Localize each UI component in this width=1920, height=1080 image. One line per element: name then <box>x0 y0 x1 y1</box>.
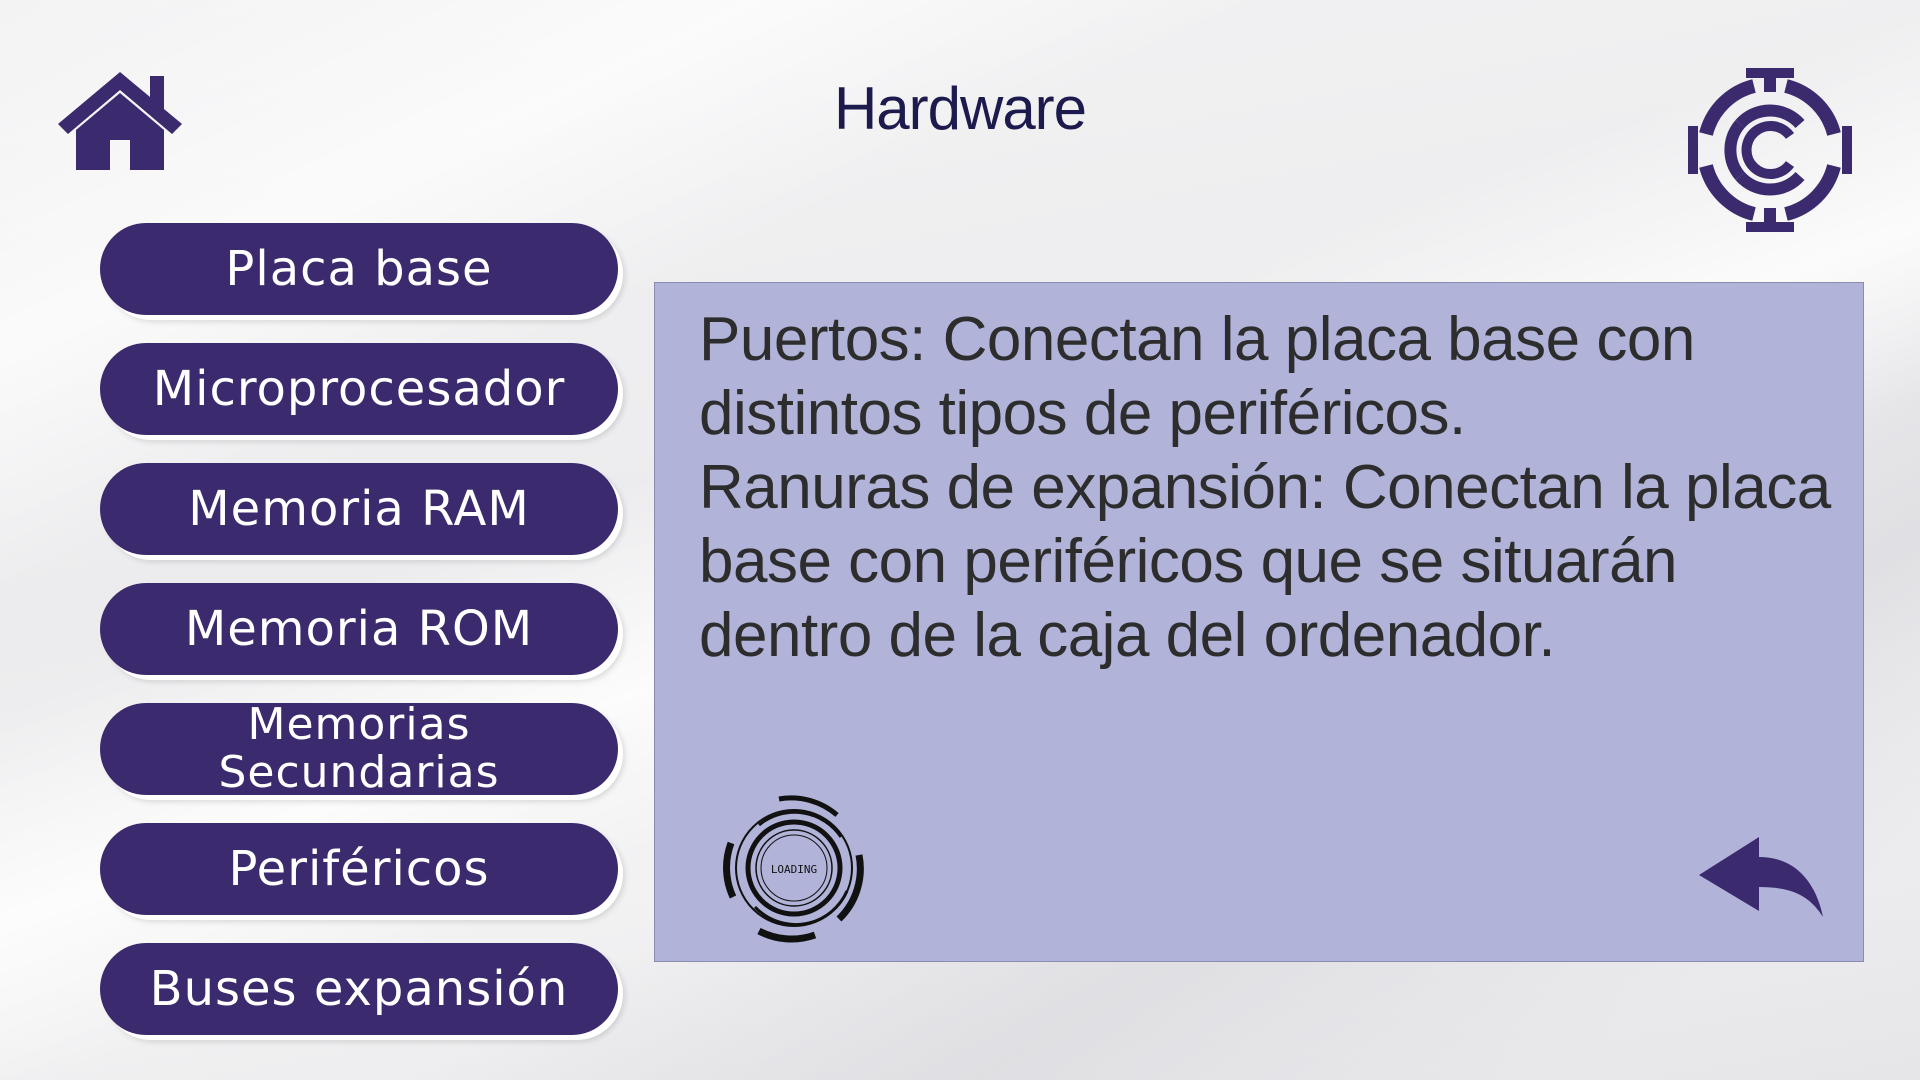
loading-label: LOADING <box>771 863 817 876</box>
home-icon <box>58 72 182 170</box>
info-panel: Puertos: Conectan la placa base con dist… <box>654 282 1864 962</box>
menu-button-memoria-rom[interactable]: Memoria ROM <box>100 583 618 675</box>
info-text: Puertos: Conectan la placa base con dist… <box>699 303 1849 673</box>
menu-button-placa-base[interactable]: Placa base <box>100 223 618 315</box>
menu-button-memorias-secundarias[interactable]: Memorias Secundarias <box>100 701 618 797</box>
info-paragraph-ranuras: Ranuras de expansión: Conectan la placa … <box>699 453 1831 670</box>
info-paragraph-puertos: Puertos: Conectan la placa base con dist… <box>699 305 1695 448</box>
menu-button-microprocesador[interactable]: Microprocesador <box>100 343 618 435</box>
circular-c-logo-icon <box>1684 64 1856 236</box>
back-arrow-icon <box>1699 837 1823 917</box>
menu-button-perifericos[interactable]: Periféricos <box>100 823 618 915</box>
menu-button-memoria-ram[interactable]: Memoria RAM <box>100 463 618 555</box>
home-button[interactable] <box>56 66 184 174</box>
loading-icon: LOADING <box>719 793 869 943</box>
menu-button-buses-expansion[interactable]: Buses expansión <box>100 943 618 1035</box>
back-button[interactable] <box>1695 835 1825 919</box>
page-title: Hardware <box>833 75 1087 142</box>
